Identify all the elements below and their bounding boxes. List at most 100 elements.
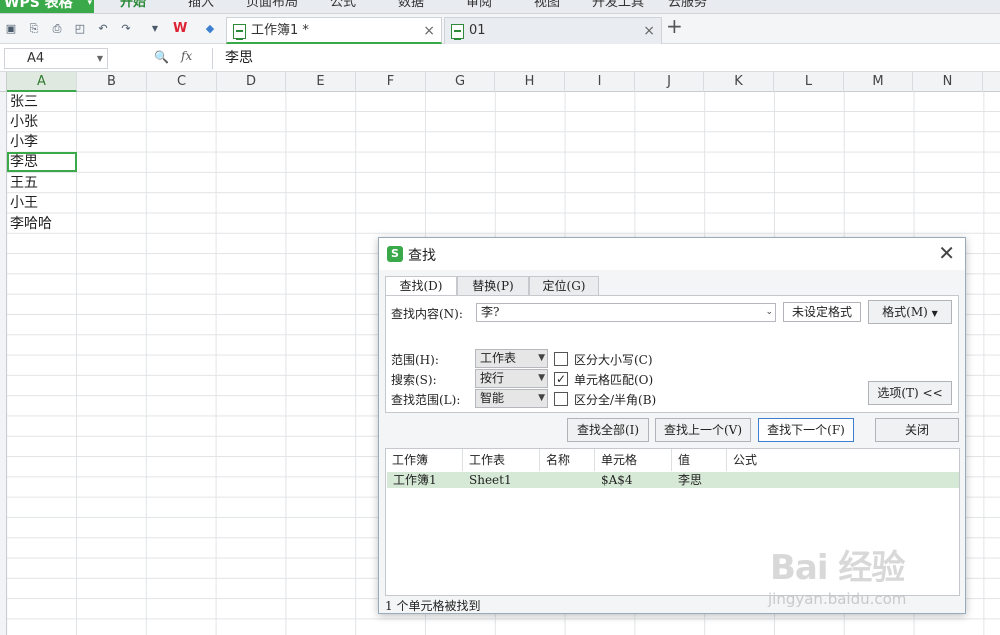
- find-previous-button[interactable]: 查找上一个(V): [655, 418, 751, 442]
- dialog-title-bar: S 查找 ✕: [379, 238, 965, 270]
- tab-workbook1[interactable]: 工作簿1 * ×: [226, 17, 442, 44]
- match-case-checkbox[interactable]: [554, 352, 568, 366]
- find-what-input[interactable]: 李? ⌄: [476, 303, 776, 322]
- result-value: 李思: [678, 473, 703, 487]
- tab-01[interactable]: 01 ×: [444, 17, 662, 44]
- row-headers: [0, 92, 7, 635]
- column-header[interactable]: C: [147, 72, 217, 92]
- print-icon[interactable]: ⎙: [50, 22, 64, 36]
- format-button[interactable]: 格式(M) ▼: [868, 300, 952, 324]
- column-header[interactable]: A: [7, 72, 77, 92]
- column-header[interactable]: K: [704, 72, 774, 92]
- close-icon[interactable]: ×: [423, 18, 435, 44]
- chevron-down-icon: ▼: [538, 393, 545, 403]
- menu-review[interactable]: 审阅: [466, 0, 492, 11]
- search-value: 按行: [480, 371, 505, 385]
- chevron-down-icon: ▾: [87, 0, 92, 8]
- result-workbook: 工作簿1: [393, 473, 437, 487]
- close-icon[interactable]: ✕: [938, 242, 955, 264]
- formula-bar: A4 ▼ 🔍 fx 李思: [0, 45, 1000, 72]
- dropdown-icon[interactable]: ▼: [148, 22, 162, 36]
- look-in-select[interactable]: 智能 ▼: [475, 389, 548, 408]
- menu-home[interactable]: 开始: [120, 0, 146, 11]
- column-header[interactable]: L: [774, 72, 844, 92]
- column-header[interactable]: B: [77, 72, 147, 92]
- menu-data[interactable]: 数据: [398, 0, 424, 11]
- match-width-label: 区分全/半角(B): [574, 393, 657, 407]
- match-cell-label: 单元格匹配(O): [574, 373, 654, 387]
- function-icon[interactable]: fx: [181, 49, 192, 63]
- match-cell-checkbox[interactable]: ✓: [554, 372, 568, 386]
- result-name: [540, 472, 546, 488]
- results-header[interactable]: 单元格: [595, 449, 672, 471]
- spreadsheet-icon: [451, 24, 464, 40]
- tab-goto[interactable]: 定位(G): [529, 276, 599, 295]
- result-sheet: Sheet1: [469, 473, 512, 487]
- wps-logo-icon[interactable]: W: [173, 22, 187, 36]
- print-preview-icon[interactable]: ⎘: [27, 22, 41, 36]
- cell-reference: A4: [27, 51, 45, 66]
- column-header[interactable]: N: [913, 72, 983, 92]
- menu-formulas[interactable]: 公式: [330, 0, 356, 11]
- column-header[interactable]: E: [286, 72, 356, 92]
- column-header[interactable]: M: [844, 72, 913, 92]
- within-select[interactable]: 工作表 ▼: [475, 349, 548, 368]
- status-text: 1 个单元格被找到: [385, 599, 481, 613]
- options-button[interactable]: 选项(T) <<: [868, 381, 952, 405]
- find-all-button[interactable]: 查找全部(I): [567, 418, 649, 442]
- find-what-value: 李?: [481, 305, 500, 319]
- results-header[interactable]: 公式: [727, 449, 827, 471]
- spreadsheet-icon: [233, 24, 246, 40]
- column-header[interactable]: H: [495, 72, 565, 92]
- search-label: 搜索(S):: [391, 373, 437, 387]
- close-button[interactable]: 关闭: [875, 418, 959, 442]
- results-header[interactable]: 工作簿: [386, 449, 463, 471]
- table-row[interactable]: 工作簿1 Sheet1 $A$4 李思: [387, 472, 959, 488]
- results-header[interactable]: 工作表: [463, 449, 540, 471]
- add-tab-icon[interactable]: +: [666, 16, 683, 36]
- results-header[interactable]: 值: [672, 449, 727, 471]
- menu-cloud[interactable]: 云服务: [668, 0, 707, 11]
- within-value: 工作表: [480, 351, 517, 365]
- tab-label: 工作簿1 *: [251, 23, 309, 38]
- menu-view[interactable]: 视图: [534, 0, 560, 11]
- cell-a2[interactable]: 小张: [7, 112, 77, 132]
- preview-icon[interactable]: ◰: [73, 22, 87, 36]
- search-select[interactable]: 按行 ▼: [475, 369, 548, 388]
- result-formula: [727, 472, 733, 488]
- formula-input[interactable]: 李思: [212, 48, 1000, 69]
- column-headers: A B C D E F G H I J K L M N: [0, 72, 1000, 92]
- column-header[interactable]: G: [426, 72, 495, 92]
- zoom-icon[interactable]: 🔍: [154, 50, 169, 64]
- menu-page-layout[interactable]: 页面布局: [246, 0, 298, 11]
- menu-developer[interactable]: 开发工具: [592, 0, 644, 11]
- dialog-title: 查找: [408, 248, 436, 264]
- cell-a7[interactable]: 李哈哈: [7, 214, 77, 234]
- save-icon[interactable]: ▣: [4, 22, 18, 36]
- name-box[interactable]: A4 ▼: [4, 48, 108, 69]
- column-header[interactable]: D: [217, 72, 286, 92]
- undo-icon[interactable]: ↶: [96, 22, 110, 36]
- app-menu-button[interactable]: WPS 表格 ▾: [0, 0, 94, 13]
- menu-insert[interactable]: 插入: [188, 0, 214, 11]
- column-header[interactable]: I: [565, 72, 635, 92]
- redo-icon[interactable]: ↷: [119, 22, 133, 36]
- chevron-down-icon[interactable]: ▼: [97, 49, 103, 68]
- cell-a6[interactable]: 小王: [7, 193, 77, 213]
- tab-find[interactable]: 查找(D): [385, 276, 457, 296]
- match-width-checkbox[interactable]: [554, 392, 568, 406]
- column-header[interactable]: J: [635, 72, 704, 92]
- select-all-corner[interactable]: [0, 72, 7, 92]
- quick-access-toolbar: ▣ ⎘ ⎙ ◰ ↶ ↷ ▼ W ◆ 工作簿1 * × 01 ×: [0, 14, 1000, 44]
- cell-a3[interactable]: 小李: [7, 132, 77, 152]
- cloud-icon[interactable]: ◆: [203, 22, 217, 36]
- cell-a1[interactable]: 张三: [7, 92, 77, 112]
- column-header[interactable]: F: [356, 72, 426, 92]
- cell-a4-active[interactable]: 李思: [7, 152, 77, 172]
- tab-replace[interactable]: 替换(P): [457, 276, 529, 295]
- chevron-down-icon[interactable]: ⌄: [765, 304, 773, 321]
- cell-a5[interactable]: 王五: [7, 173, 77, 193]
- results-header[interactable]: 名称: [540, 449, 595, 471]
- close-icon[interactable]: ×: [643, 18, 655, 44]
- find-next-button[interactable]: 查找下一个(F): [758, 418, 854, 442]
